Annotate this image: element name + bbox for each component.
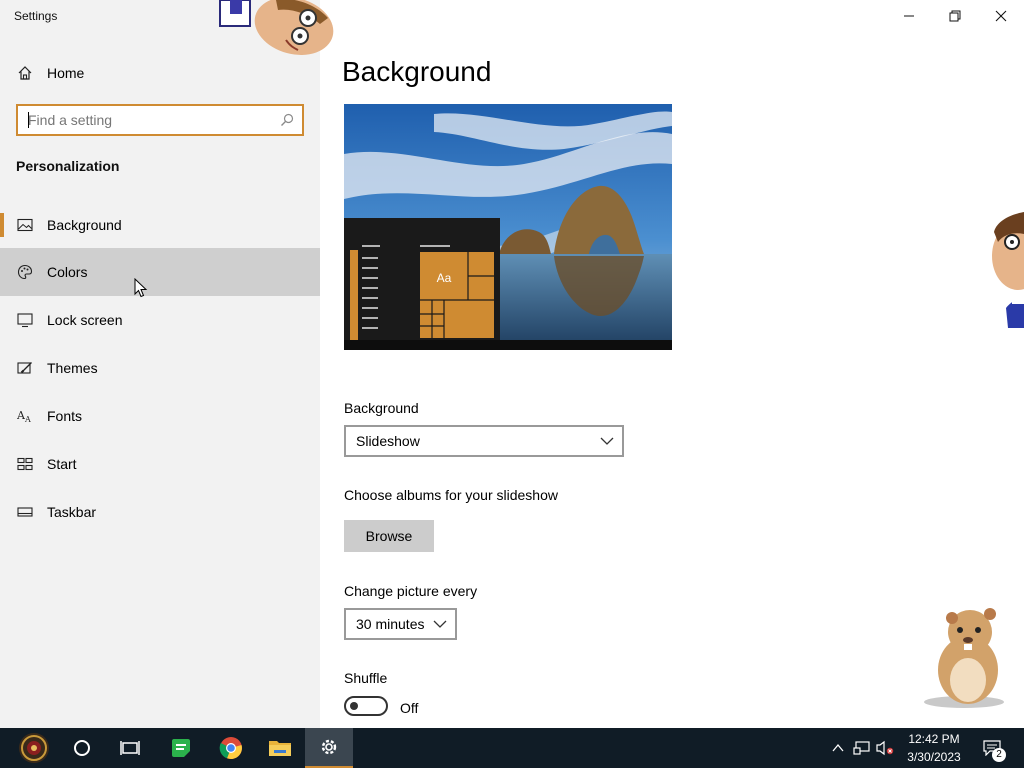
themes-brush-icon [17,362,32,374]
cortana-icon [74,740,90,756]
chrome-button[interactable] [207,728,255,768]
clock-time[interactable]: 12:42 PM [892,732,976,746]
taskbar: 12:42 PM 3/30/2023 [0,728,1024,768]
background-type-label: Background [344,400,419,416]
albums-label: Choose albums for your slideshow [344,487,558,503]
sidebar-item-label: Start [47,456,77,472]
show-hidden-icons-button[interactable] [828,738,848,758]
app-title: Settings [14,9,58,23]
start-icon [19,733,49,763]
sidebar-item-start[interactable]: Start [0,440,320,488]
search-input[interactable] [18,106,278,134]
main-content: Background Aa Background Slideshow Choos… [320,0,1024,728]
file-explorer-button[interactable] [256,728,304,768]
hamster-sticker-icon [924,608,1004,708]
home-nav-item[interactable]: Home [0,56,320,90]
sidebar-item-label: Fonts [47,408,83,424]
sidebar-item-themes[interactable]: Themes [0,344,320,392]
sidebar-item-background[interactable]: Background [0,201,320,249]
sidebar-item-label: Colors [47,264,88,280]
background-preview: Aa [344,104,672,350]
interval-dropdown[interactable]: 30 minutes [344,608,457,640]
page-title: Background [342,56,492,87]
settings-taskbar-button[interactable] [305,728,353,768]
background-type-dropdown[interactable]: Slideshow [344,425,624,457]
close-button[interactable] [978,0,1024,32]
chevron-up-icon [832,743,844,752]
palette-icon [17,264,33,280]
sidebar-item-colors[interactable]: Colors [0,248,320,296]
sidebar: Settings Home Personalization Bac [0,0,320,728]
notification-count-badge: 2 [992,748,1006,762]
interval-label: Change picture every [344,583,478,599]
network-icon [853,741,870,755]
search-box[interactable] [16,104,304,136]
shuffle-toggle[interactable] [344,696,388,716]
search-icon[interactable] [280,113,294,127]
picture-icon [17,218,33,232]
sidebar-item-label: Themes [47,360,98,376]
shuffle-state: Off [400,700,419,716]
cartoon-man-sticker-icon [992,212,1024,328]
sidebar-item-lock-screen[interactable]: Lock screen [0,296,320,344]
fonts-icon: A A [17,409,31,424]
settings-window: Settings Home Personalization Bac [0,0,1024,728]
task-view-button[interactable] [106,728,154,768]
settings-gear-icon [321,739,337,755]
notes-app-button[interactable] [157,728,205,768]
svg-text:A: A [24,415,31,424]
restore-button[interactable] [932,0,978,32]
shuffle-label: Shuffle [344,670,388,686]
minimize-icon [904,15,914,17]
close-icon [995,10,1007,22]
toggle-knob [350,702,358,710]
restore-icon [949,10,961,22]
notes-app-icon [172,739,190,757]
sidebar-item-taskbar[interactable]: Taskbar [0,488,320,536]
taskbar-icon [17,507,33,517]
home-label: Home [47,65,85,81]
selection-indicator [0,213,4,237]
clock-date[interactable]: 3/30/2023 [892,750,976,764]
section-title: Personalization [16,158,120,174]
interval-value: 30 minutes [356,616,425,632]
text-caret [28,112,29,128]
mouse-cursor-icon [134,278,148,298]
sidebar-item-label: Taskbar [47,504,97,520]
chrome-icon [219,737,242,760]
monitor-lock-icon [17,313,33,328]
cortana-button[interactable] [58,728,106,768]
file-explorer-icon [269,741,291,756]
background-type-value: Slideshow [356,433,420,449]
minimize-button[interactable] [886,0,932,32]
sidebar-item-fonts[interactable]: A A Fonts [0,392,320,440]
chevron-down-icon [600,437,614,445]
network-button[interactable] [852,738,872,758]
sidebar-item-label: Lock screen [47,312,123,328]
browse-button[interactable]: Browse [344,520,434,552]
task-view-icon [120,741,140,755]
home-icon [18,66,32,80]
sidebar-item-label: Background [47,217,122,233]
start-tiles-icon [17,457,33,471]
cartoon-head-sticker-icon [219,0,334,55]
preview-tile-text: Aa [437,271,452,285]
chevron-down-icon [433,620,447,628]
start-button[interactable] [10,728,58,768]
